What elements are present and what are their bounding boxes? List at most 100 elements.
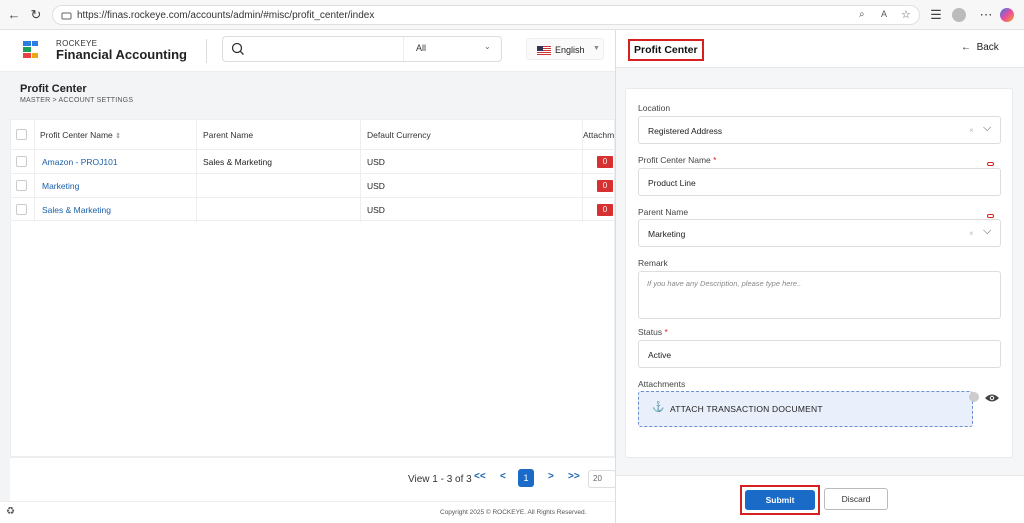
row-checkbox[interactable] <box>16 156 27 167</box>
attachment-count-badge[interactable]: 0 <box>597 204 613 216</box>
status-label: Status * <box>638 327 668 337</box>
form-card: Location Registered Address × ⌵ Profit C… <box>625 88 1013 458</box>
location-label: Location <box>638 103 671 113</box>
pagination-info: View 1 - 3 of 3 <box>408 474 472 485</box>
pagination: View 1 - 3 of 3 << < 1 > >> 20 <box>10 457 616 501</box>
zoom-icon[interactable]: ⌕ <box>859 9 865 20</box>
chevron-down-icon[interactable]: ⌵ <box>983 122 991 135</box>
attachment-indicator <box>969 392 979 402</box>
eye-icon[interactable] <box>984 393 1000 403</box>
refresh-icon[interactable]: ↻ <box>28 7 44 23</box>
header-select-all[interactable] <box>11 120 35 150</box>
site-info-icon[interactable] <box>61 10 72 21</box>
location-select[interactable]: Registered Address × ⌵ <box>638 116 1001 144</box>
parent-name-label: Parent Name <box>638 207 689 217</box>
chevron-down-icon[interactable]: ⌵ <box>983 225 991 238</box>
brand-product: Financial Accounting <box>56 47 187 62</box>
row-currency: USD <box>361 174 583 198</box>
sort-icon[interactable]: ⇕ <box>115 133 121 140</box>
row-profit-center-name[interactable]: Marketing <box>35 174 197 198</box>
clear-icon[interactable]: × <box>969 229 974 238</box>
header-attachments: Attachm <box>583 130 615 140</box>
select-all-checkbox[interactable] <box>16 129 27 140</box>
anchor-icon: ⚓ <box>652 402 665 413</box>
rockeye-logo-icon <box>23 41 38 58</box>
row-checkbox[interactable] <box>16 180 27 191</box>
validation-indicator <box>987 214 994 218</box>
last-page-button[interactable]: >> <box>568 471 580 482</box>
attach-button-label: ATTACH TRANSACTION DOCUMENT <box>670 404 823 414</box>
prev-page-button[interactable]: < <box>500 471 506 482</box>
profit-center-name-input[interactable]: Product Line <box>638 168 1001 196</box>
name-value: Product Line <box>648 178 696 188</box>
profit-center-name-label: Profit Center Name * <box>638 155 716 165</box>
remark-textarea[interactable]: If you have any Description, please type… <box>638 271 1001 319</box>
search-filter-select[interactable]: All ⌄ <box>403 37 503 61</box>
header-parent-name: Parent Name <box>197 120 361 150</box>
search-filter-value: All <box>416 43 427 53</box>
first-page-button[interactable]: << <box>474 471 486 482</box>
attachment-count-badge[interactable]: 0 <box>597 180 613 192</box>
next-page-button[interactable]: > <box>548 471 554 482</box>
row-currency: USD <box>361 150 583 174</box>
back-label: Back <box>976 42 999 53</box>
validation-indicator <box>987 162 994 166</box>
row-profit-center-name[interactable]: Sales & Marketing <box>35 198 197 222</box>
address-bar[interactable]: https://finas.rockeye.com/accounts/admin… <box>52 5 920 25</box>
required-marker: * <box>664 327 668 337</box>
profit-center-form-panel: Profit Center ← Back Location Registered… <box>615 30 1024 523</box>
browser-bar: ← ↻ https://finas.rockeye.com/accounts/a… <box>0 0 1024 30</box>
copyright-text: Copyright 2025 © ROCKEYE. All Rights Res… <box>440 509 587 516</box>
back-button[interactable]: ← Back <box>961 42 999 53</box>
row-checkbox[interactable] <box>16 204 27 215</box>
profit-center-table: Profit Center Name ⇕ Parent Name Default… <box>10 119 616 457</box>
submit-button[interactable]: Submit <box>745 490 815 510</box>
current-page-button[interactable]: 1 <box>518 469 534 487</box>
page-size-select[interactable]: 20 <box>588 470 616 488</box>
copilot-icon[interactable] <box>1000 8 1014 22</box>
search-input[interactable]: All ⌄ <box>222 36 502 62</box>
attach-document-dropzone[interactable]: ⚓ ATTACH TRANSACTION DOCUMENT <box>638 391 973 427</box>
url-text: https://finas.rockeye.com/accounts/admin… <box>77 10 375 21</box>
parent-name-select[interactable]: Marketing × ⌵ <box>638 219 1001 247</box>
back-arrow-icon[interactable]: ← <box>6 7 22 23</box>
recycle-icon[interactable]: ♻ <box>6 506 15 517</box>
table-row[interactable]: Sales & Marketing USD 0 <box>11 197 616 222</box>
discard-button[interactable]: Discard <box>824 488 888 510</box>
arrow-left-icon: ← <box>961 42 971 53</box>
row-parent-name <box>197 174 361 198</box>
row-currency: USD <box>361 198 583 222</box>
us-flag-canton <box>537 46 543 51</box>
read-aloud-icon[interactable]: A <box>881 9 887 19</box>
header-label: Profit Center Name <box>40 130 113 140</box>
language-selector[interactable]: English ▼ <box>526 38 604 60</box>
required-marker: * <box>713 155 717 165</box>
header-profit-center-name[interactable]: Profit Center Name ⇕ <box>35 120 197 150</box>
table-row[interactable]: Amazon - PROJ101 Sales & Marketing USD 0 <box>11 149 616 174</box>
remark-placeholder: If you have any Description, please type… <box>647 279 802 288</box>
row-profit-center-name[interactable]: Amazon - PROJ101 <box>35 150 197 174</box>
favorite-star-icon[interactable]: ☆ <box>901 8 911 21</box>
attachment-count-badge[interactable]: 0 <box>597 156 613 168</box>
submit-highlight: Submit <box>740 485 820 515</box>
row-select <box>11 198 35 222</box>
row-select <box>11 150 35 174</box>
search-icon <box>231 42 244 55</box>
footer: ♻ Copyright 2025 © ROCKEYE. All Rights R… <box>0 501 615 523</box>
status-select[interactable]: Active <box>638 340 1001 368</box>
remark-label: Remark <box>638 258 668 268</box>
favorites-icon[interactable]: ☰ <box>928 7 944 23</box>
row-select <box>11 174 35 198</box>
chevron-down-icon: ⌄ <box>484 42 491 51</box>
more-menu-icon[interactable]: ⋯ <box>978 7 994 23</box>
chevron-down-icon: ▼ <box>593 45 600 52</box>
parent-value: Marketing <box>648 229 686 239</box>
panel-footer: Submit Discard <box>616 475 1024 523</box>
header-default-currency: Default Currency <box>361 120 583 150</box>
language-label: English <box>555 45 585 55</box>
breadcrumb: MASTER > ACCOUNT SETTINGS <box>20 97 134 104</box>
table-row[interactable]: Marketing USD 0 <box>11 173 616 198</box>
clear-icon[interactable]: × <box>969 126 974 135</box>
status-label-text: Status <box>638 327 663 337</box>
profile-avatar[interactable] <box>952 8 966 22</box>
